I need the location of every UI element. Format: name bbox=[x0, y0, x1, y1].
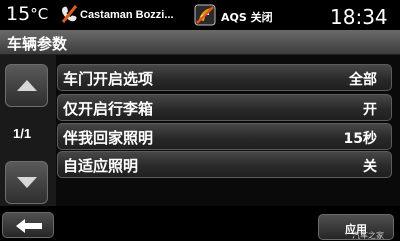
setting-label: 车门开启选项 bbox=[63, 70, 154, 88]
status-bar: 15°C Castaman Bozzi... AQS 关闭 18:34 bbox=[0, 0, 400, 30]
setting-value: 关 bbox=[363, 159, 377, 175]
setting-row-trunk-only[interactable]: 仅开启行李箱 开 bbox=[57, 94, 392, 121]
page-title: 车辆参数 bbox=[7, 35, 68, 53]
back-arrow-icon bbox=[16, 219, 42, 233]
bottom-bar: 应用 bbox=[0, 206, 400, 240]
screen: 15°C Castaman Bozzi... AQS 关闭 18:34 车辆参数… bbox=[0, 0, 400, 240]
scroll-down-button[interactable] bbox=[5, 161, 48, 204]
setting-row-adaptive-light[interactable]: 自适应照明 关 bbox=[57, 151, 392, 178]
outside-temperature: 15°C bbox=[6, 2, 48, 26]
temperature-unit: °C bbox=[30, 5, 49, 23]
setting-label: 仅开启行李箱 bbox=[63, 100, 154, 118]
aqs-icon bbox=[194, 4, 216, 26]
setting-value: 全部 bbox=[349, 72, 377, 88]
phone-muted-icon bbox=[61, 5, 77, 23]
setting-label: 自适应照明 bbox=[63, 157, 139, 175]
scroll-column: 1/1 bbox=[0, 55, 56, 206]
title-bar: 车辆参数 bbox=[0, 30, 400, 55]
setting-value: 15秒 bbox=[343, 131, 377, 147]
now-playing-track: Castaman Bozzi... bbox=[80, 9, 174, 21]
setting-value: 开 bbox=[363, 102, 377, 118]
triangle-up-icon bbox=[17, 80, 37, 91]
scroll-up-button[interactable] bbox=[5, 64, 48, 107]
watermark: 汽车之家 bbox=[352, 231, 384, 240]
clock: 18:34 bbox=[330, 5, 388, 29]
setting-label: 伴我回家照明 bbox=[63, 129, 154, 147]
setting-row-door-unlock[interactable]: 车门开启选项 全部 bbox=[57, 64, 392, 91]
back-button[interactable] bbox=[2, 212, 54, 238]
page-indicator: 1/1 bbox=[13, 126, 32, 141]
triangle-down-icon bbox=[17, 177, 37, 188]
temperature-value: 15 bbox=[6, 3, 31, 25]
setting-row-coming-home-light[interactable]: 伴我回家照明 15秒 bbox=[57, 123, 392, 150]
aqs-status: AQS 关闭 bbox=[221, 11, 273, 24]
